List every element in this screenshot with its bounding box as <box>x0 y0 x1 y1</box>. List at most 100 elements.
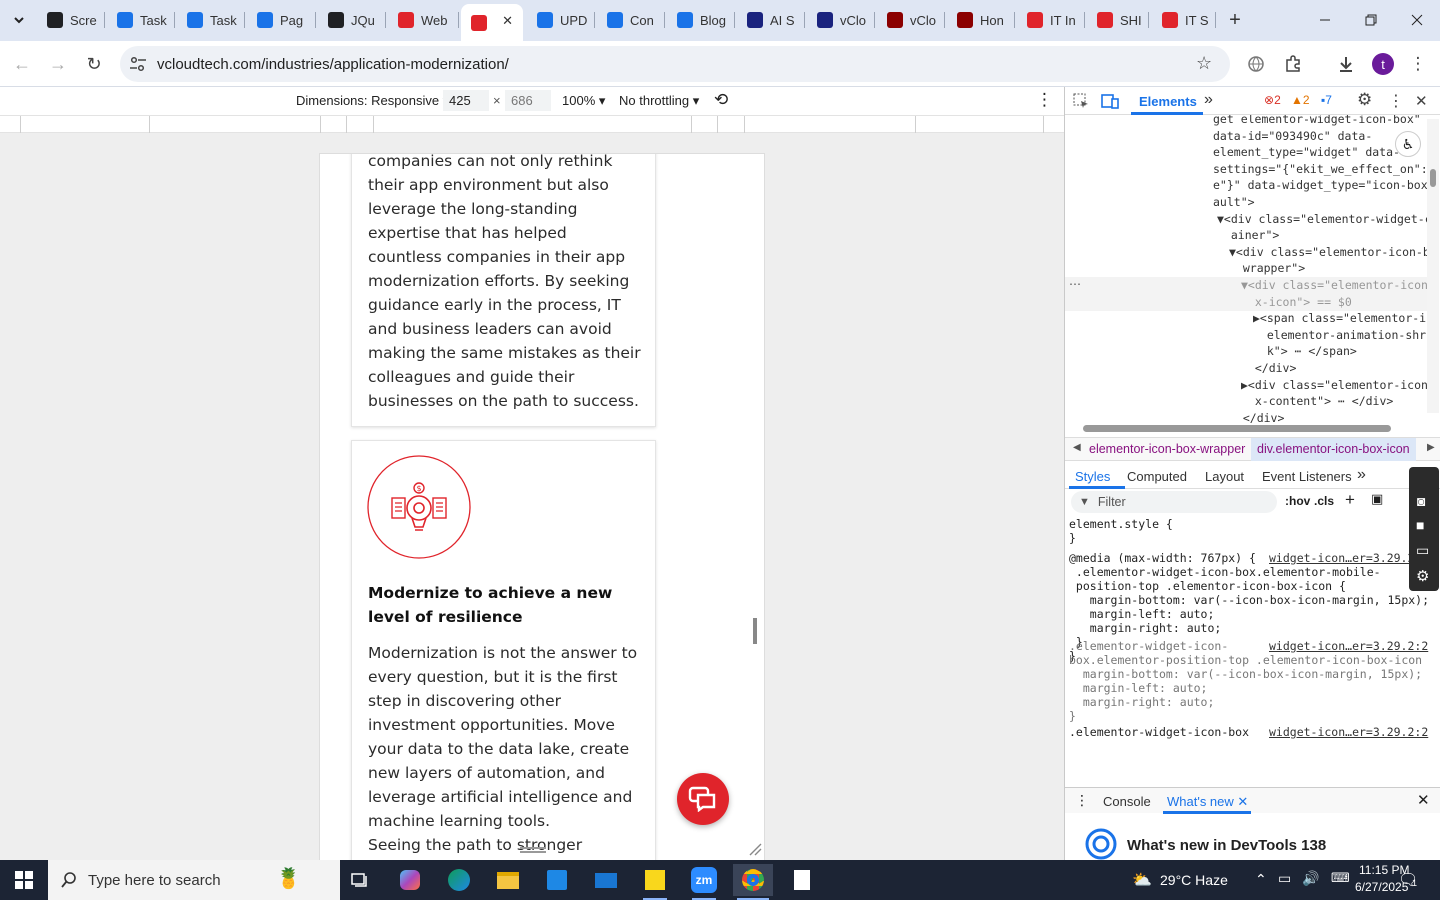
warning-count[interactable]: ▲2 <box>1291 93 1310 107</box>
taskbar-search[interactable]: Type here to search 🍍 <box>48 860 340 900</box>
dom-node-line[interactable]: </div> <box>1241 360 1297 377</box>
height-input[interactable]: 686 <box>505 90 551 111</box>
notepad-app[interactable] <box>782 864 822 896</box>
device-toggle-icon[interactable] <box>1101 93 1119 109</box>
css-source-link[interactable]: widget-icon…er=3.29.2:2 <box>1269 725 1429 739</box>
css-rule[interactable]: element.style { } <box>1069 517 1173 545</box>
dom-node-line[interactable]: element_type="widget" data- <box>1213 144 1400 161</box>
tab-computed[interactable]: Computed <box>1127 469 1187 484</box>
chat-button[interactable] <box>677 773 729 825</box>
dom-node-line[interactable]: ▼<div class="elementor-icon-bo <box>1229 244 1427 261</box>
chrome-app[interactable] <box>733 864 773 900</box>
back-button[interactable]: ← <box>7 49 37 79</box>
translate-button[interactable] <box>1241 49 1271 79</box>
video-icon[interactable]: ■ <box>1416 517 1424 533</box>
tab-console[interactable]: Console <box>1103 794 1151 809</box>
dom-node-line[interactable]: x-content"> ⋯ </div> <box>1241 393 1393 410</box>
window-icon[interactable]: ▭ <box>1416 542 1429 559</box>
downloads-button[interactable] <box>1331 49 1361 79</box>
volume-icon[interactable]: 🔊 <box>1302 870 1319 887</box>
dom-node-line[interactable]: ▶<span class="elementor-ic <box>1253 310 1427 327</box>
dom-node-line[interactable]: ault"> <box>1213 194 1255 211</box>
new-tab-button[interactable]: + <box>1222 8 1248 32</box>
browser-tab[interactable]: Web <box>388 6 459 34</box>
css-source-link[interactable]: widget-icon…er=3.29.2:2 <box>1269 639 1429 653</box>
css-rule[interactable]: .elementor-widget-icon-box <box>1069 725 1249 739</box>
throttling-dropdown[interactable]: No throttling ▾ <box>619 93 699 109</box>
browser-tab[interactable]: SHI <box>1087 6 1149 34</box>
copilot-app[interactable] <box>390 864 430 896</box>
browser-tab[interactable]: IT In <box>1017 6 1085 34</box>
browser-tab[interactable]: Scre <box>37 6 105 34</box>
styles-filter-input[interactable]: ▼ Filter <box>1071 491 1277 513</box>
weather-icon[interactable]: ⛅ <box>1132 870 1152 890</box>
dom-node-line[interactable]: k"> ⋯ </span> <box>1253 343 1357 360</box>
tab-search-button[interactable] <box>6 8 32 32</box>
bookmark-star-icon[interactable]: ☆ <box>1196 53 1212 74</box>
tab-styles[interactable]: Styles <box>1075 469 1110 484</box>
bottom-resize-handle[interactable] <box>520 847 546 853</box>
dom-node-line[interactable]: elementor-animation-shrin <box>1253 327 1427 344</box>
zoom-dropdown[interactable]: 100% ▾ <box>562 93 605 109</box>
sticky-notes-app[interactable] <box>635 864 675 900</box>
forward-button[interactable]: → <box>43 49 73 79</box>
dom-node-line[interactable]: get elementor-widget-icon-box" <box>1213 115 1421 128</box>
breadcrumb-right-icon[interactable]: ▶ <box>1427 442 1435 453</box>
network-icon[interactable]: ▭ <box>1278 870 1291 887</box>
weather-text[interactable]: 29°C Haze <box>1160 872 1228 888</box>
dom-node-line[interactable]: </div> <box>1229 410 1285 423</box>
dom-horizontal-scrollbar[interactable] <box>1071 425 1417 432</box>
device-toolbar-menu-icon[interactable]: ⋮ <box>1036 90 1053 110</box>
camera-icon[interactable]: ◙ <box>1417 493 1425 509</box>
close-devtools-icon[interactable]: ✕ <box>1415 92 1428 110</box>
browser-tab[interactable]: IT S <box>1152 6 1216 34</box>
browser-tab[interactable]: Task <box>177 6 245 34</box>
styles-pane[interactable]: element.style { } @media (max-width: 767p… <box>1069 517 1429 771</box>
zoom-app[interactable]: zm <box>684 864 724 900</box>
dom-node-line[interactable]: e"}" data-widget_type="icon-box. <box>1213 177 1427 194</box>
maximize-button[interactable] <box>1348 0 1394 40</box>
browser-tab[interactable]: Task <box>107 6 175 34</box>
browser-tab[interactable]: AI S <box>737 6 805 34</box>
dom-node-line[interactable]: ainer"> <box>1217 227 1279 244</box>
minimize-button[interactable] <box>1302 0 1348 40</box>
more-panes-button[interactable]: » <box>1357 466 1366 484</box>
dom-vertical-scrollbar[interactable] <box>1427 119 1439 413</box>
new-rule-icon[interactable]: + <box>1345 490 1355 510</box>
close-tab-icon[interactable]: ✕ <box>502 13 513 29</box>
more-tabs-button[interactable]: » <box>1204 91 1213 109</box>
right-resize-handle[interactable] <box>753 618 757 644</box>
start-button[interactable] <box>4 864 44 896</box>
browser-tab[interactable]: vClo <box>877 6 945 34</box>
message-count[interactable]: ▪7 <box>1321 93 1332 107</box>
breadcrumb-item-selected[interactable]: div.elementor-icon-box-icon <box>1251 438 1416 461</box>
inspect-element-icon[interactable] <box>1073 93 1089 109</box>
settings-gear-icon[interactable]: ⚙ <box>1357 90 1372 110</box>
browser-menu-button[interactable]: ⋮ <box>1403 49 1433 79</box>
drawer-menu-icon[interactable]: ⋮ <box>1075 792 1089 809</box>
breadcrumb-left-icon[interactable]: ◀ <box>1073 442 1081 453</box>
error-count[interactable]: ⊗2 <box>1264 93 1281 107</box>
hov-toggle[interactable]: :hov <box>1285 494 1310 508</box>
store-app[interactable] <box>537 864 577 896</box>
cls-toggle[interactable]: .cls <box>1314 494 1334 508</box>
dom-node-line[interactable]: settings="{"ekit_we_effect_on":" <box>1213 161 1427 178</box>
reload-button[interactable]: ↻ <box>79 49 109 79</box>
close-window-button[interactable] <box>1394 0 1440 40</box>
css-source-link[interactable]: widget-icon…er=3.29.2:2 <box>1269 551 1429 565</box>
edge-app[interactable] <box>439 864 479 896</box>
accessibility-icon[interactable]: ♿ <box>1395 131 1421 157</box>
devtools-menu-icon[interactable]: ⋮ <box>1388 91 1404 111</box>
dom-node-line[interactable]: wrapper"> <box>1229 260 1305 277</box>
browser-tab[interactable]: Pag <box>247 6 316 34</box>
browser-tab[interactable]: Hon <box>947 6 1015 34</box>
dom-node-line[interactable]: ▶<div class="elementor-icon- <box>1241 377 1427 394</box>
close-drawer-icon[interactable]: ✕ <box>1417 791 1430 809</box>
tray-chevron-icon[interactable]: ⌃ <box>1255 871 1267 888</box>
dom-tree[interactable]: get elementor-widget-icon-box" data-id="0… <box>1065 115 1427 423</box>
tab-layout[interactable]: Layout <box>1205 469 1244 484</box>
browser-tab[interactable]: Con <box>597 6 665 34</box>
dom-node-line[interactable]: data-id="093490c" data- <box>1213 128 1372 145</box>
tab-event-listeners[interactable]: Event Listeners <box>1262 469 1352 484</box>
dimensions-dropdown[interactable]: Dimensions: Responsive ▾ <box>296 93 449 109</box>
